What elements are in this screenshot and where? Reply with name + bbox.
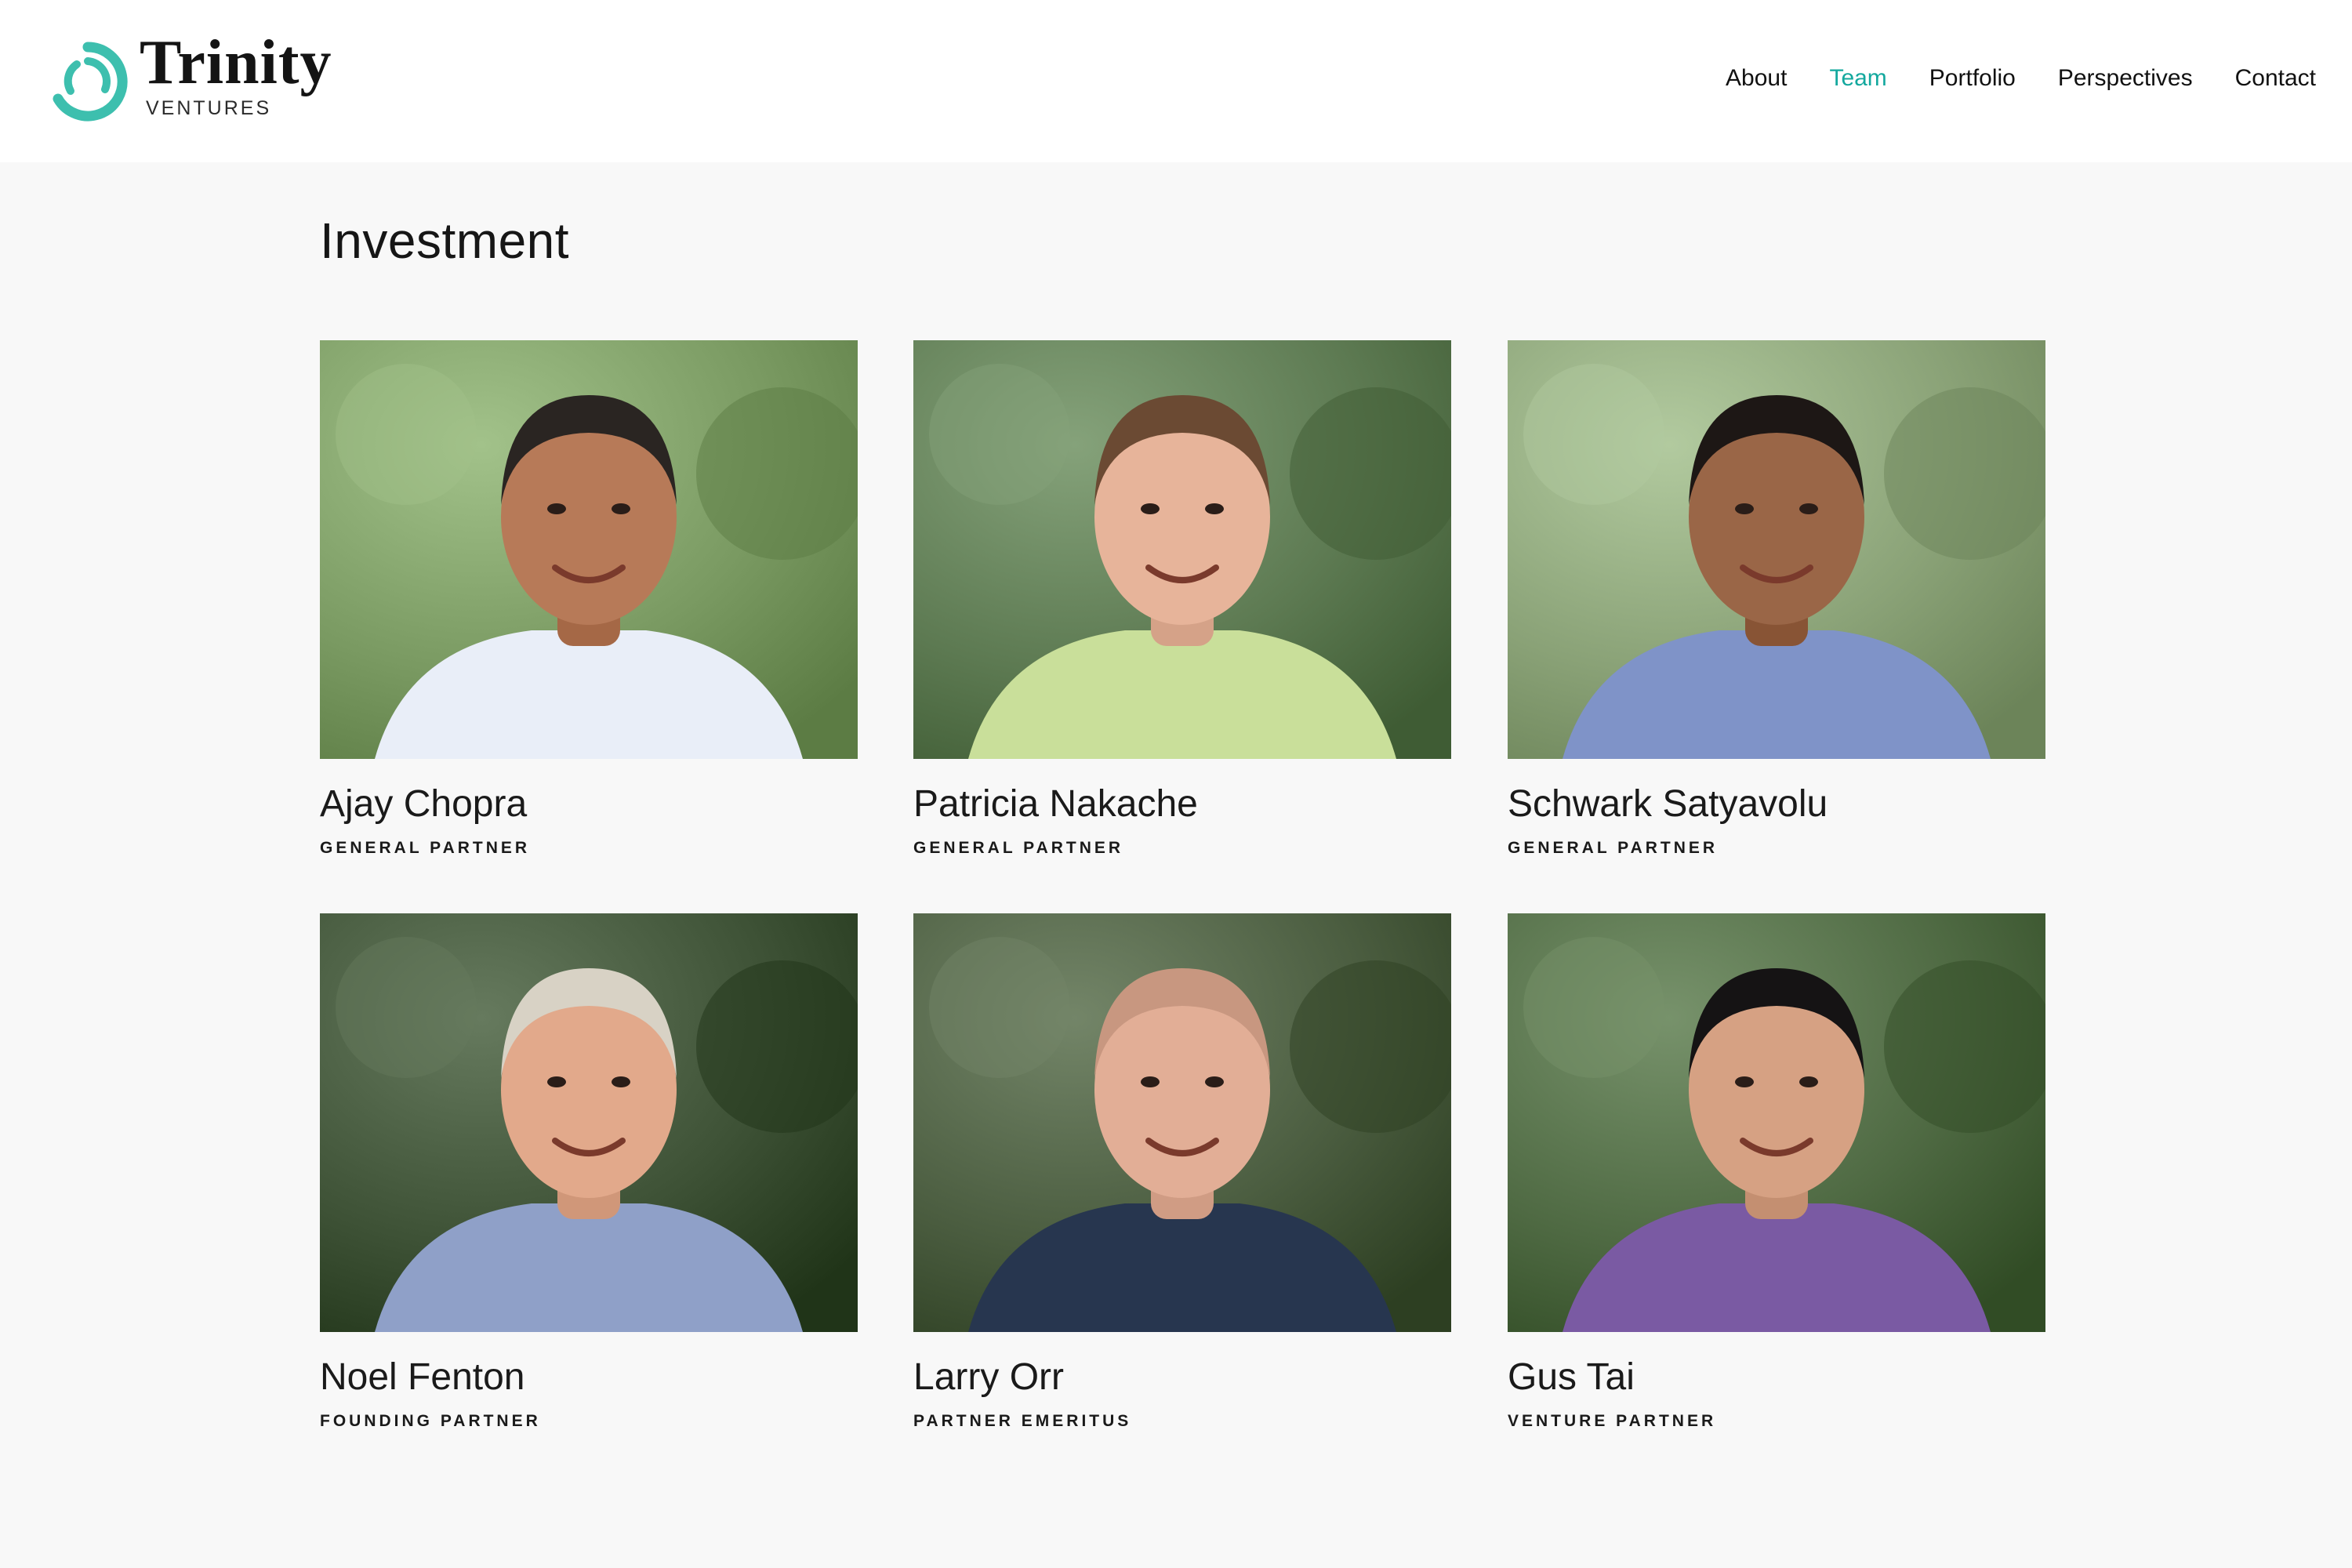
team-member-photo[interactable] — [320, 913, 858, 1332]
logo-subtitle: VENTURES — [146, 97, 272, 119]
team-member-name[interactable]: Ajay Chopra — [320, 783, 527, 826]
team-member-name[interactable]: Gus Tai — [1508, 1356, 1635, 1399]
team-member-card[interactable]: Patricia Nakache GENERAL PARTNER — [913, 340, 1451, 889]
team-member-role: GENERAL PARTNER — [1508, 839, 1719, 857]
logo-wordmark: Trinity — [140, 28, 332, 97]
team-member-card[interactable]: Schwark Satyavolu GENERAL PARTNER — [1508, 340, 2045, 889]
team-member-card[interactable]: Gus Tai VENTURE PARTNER — [1508, 913, 2045, 1462]
team-member-card[interactable]: Ajay Chopra GENERAL PARTNER — [320, 340, 858, 889]
nav-about[interactable]: About — [1726, 65, 1787, 91]
team-member-role: GENERAL PARTNER — [913, 839, 1124, 857]
team-member-photo[interactable] — [913, 913, 1451, 1332]
team-member-role: GENERAL PARTNER — [320, 839, 531, 857]
trinity-ventures-logo[interactable]: Trinity VENTURES — [47, 31, 345, 126]
team-member-role: FOUNDING PARTNER — [320, 1412, 541, 1430]
nav-perspectives[interactable]: Perspectives — [2058, 65, 2193, 91]
logo-swirl-icon — [53, 42, 128, 122]
team-member-name[interactable]: Larry Orr — [913, 1356, 1064, 1399]
section-title: Investment — [320, 212, 570, 269]
team-member-name[interactable]: Noel Fenton — [320, 1356, 525, 1399]
team-member-photo[interactable] — [1508, 913, 2045, 1332]
team-member-photo[interactable] — [320, 340, 858, 759]
team-member-role: VENTURE PARTNER — [1508, 1412, 1717, 1430]
team-member-role: PARTNER EMERITUS — [913, 1412, 1132, 1430]
main-nav: About Team Portfolio Perspectives Contac… — [1726, 65, 2316, 91]
nav-contact[interactable]: Contact — [2235, 65, 2316, 91]
nav-portfolio[interactable]: Portfolio — [1929, 65, 2016, 91]
team-member-name[interactable]: Schwark Satyavolu — [1508, 783, 1828, 826]
site-header: Trinity VENTURES About Team Portfolio Pe… — [0, 0, 2352, 162]
team-member-photo[interactable] — [1508, 340, 2045, 759]
team-member-card[interactable]: Larry Orr PARTNER EMERITUS — [913, 913, 1451, 1462]
team-member-name[interactable]: Patricia Nakache — [913, 783, 1198, 826]
nav-team[interactable]: Team — [1829, 65, 1886, 91]
team-member-card[interactable]: Noel Fenton FOUNDING PARTNER — [320, 913, 858, 1462]
team-member-photo[interactable] — [913, 340, 1451, 759]
